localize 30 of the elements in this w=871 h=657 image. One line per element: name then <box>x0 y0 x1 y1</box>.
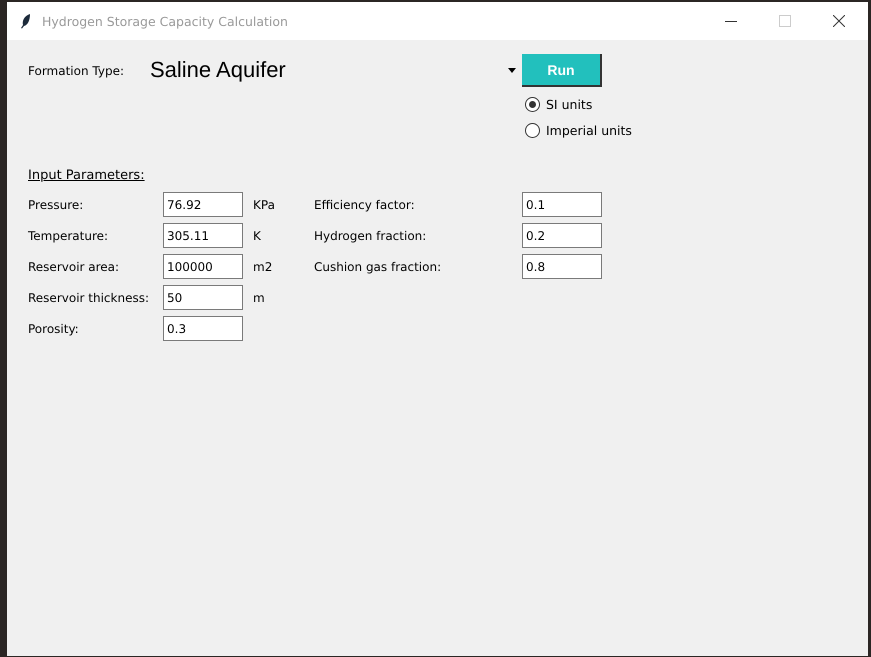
window-title: Hydrogen Storage Capacity Calculation <box>42 14 289 28</box>
section-heading: Input Parameters: <box>28 168 145 183</box>
input-field[interactable]: 100000 <box>163 254 243 279</box>
parameter-label: Pressure: <box>28 196 84 214</box>
unit-label: K <box>252 228 262 244</box>
parameter-label: Porosity: <box>28 320 80 338</box>
feather-icon <box>20 13 32 29</box>
input-field[interactable]: 0.8 <box>522 254 602 279</box>
parameter-label: Cushion gas fraction: <box>314 258 442 276</box>
radio-button[interactable] <box>525 96 540 112</box>
unit-label: m2 <box>252 258 274 276</box>
caret-icon <box>508 68 516 72</box>
radio-label[interactable]: Imperial units <box>546 122 632 138</box>
unit-label: m <box>252 290 266 306</box>
parameter-label: Hydrogen fraction: <box>314 228 428 244</box>
input-field[interactable]: 50 <box>163 285 243 310</box>
parameter-label: Temperature: <box>28 228 110 244</box>
parameter-label: Reservoir area: <box>28 258 120 276</box>
input-field[interactable]: 305.11 <box>163 223 243 248</box>
formation-dropdown[interactable]: Saline Aquifer <box>150 54 518 86</box>
input-field[interactable]: 0.3 <box>163 316 243 341</box>
formation-label: Formation Type: <box>28 64 125 78</box>
unit-label: KPa <box>252 196 276 214</box>
parameter-label: Efficiency factor: <box>314 196 416 214</box>
input-field[interactable]: 76.92 <box>163 192 243 217</box>
input-field[interactable]: 0.2 <box>522 223 602 248</box>
parameter-label: Reservoir thickness: <box>28 290 150 306</box>
radio-button[interactable] <box>525 122 540 138</box>
radio-label[interactable]: SI units <box>546 96 592 112</box>
input-field[interactable]: 0.1 <box>522 192 602 217</box>
